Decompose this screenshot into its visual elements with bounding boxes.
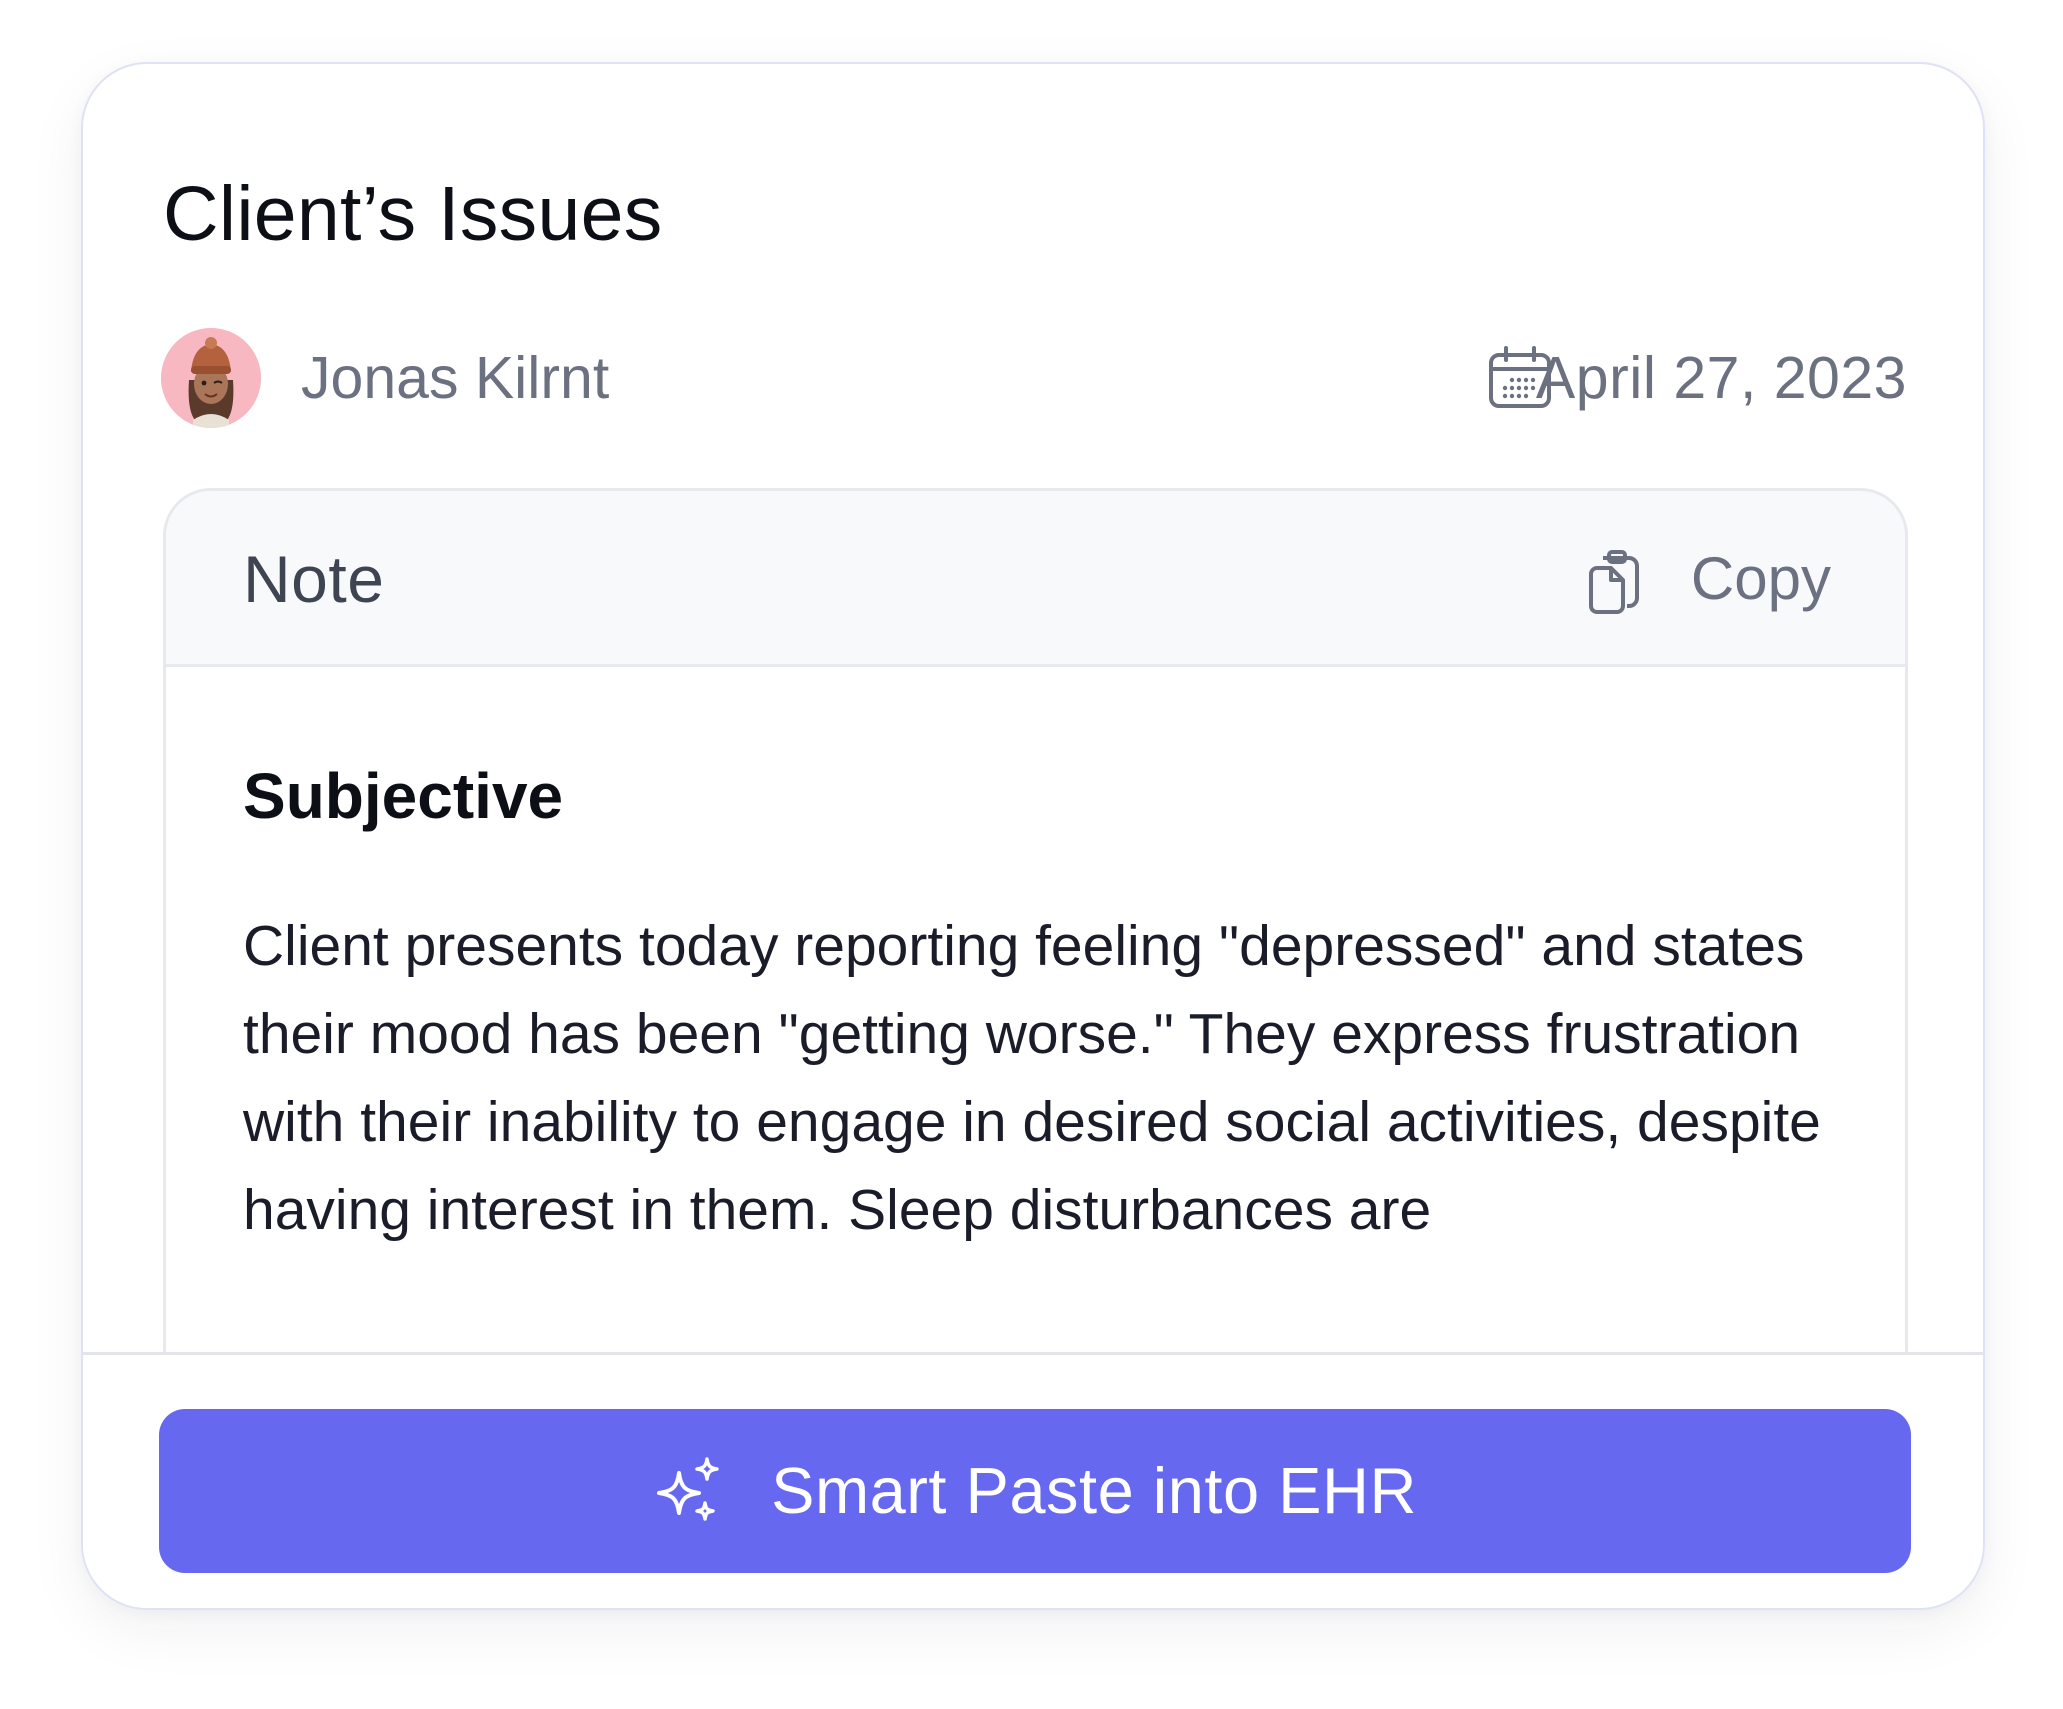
card-footer: Smart Paste into EHR (83, 1352, 1983, 1608)
copy-label: Copy (1690, 545, 1831, 612)
note-header: Note Copy (166, 491, 1905, 667)
memoji-avatar-icon (161, 328, 261, 428)
author-name: Jonas Kilrnt (301, 345, 610, 411)
section-body-subjective: Client presents today reporting feeling … (243, 914, 1821, 1242)
smart-paste-button[interactable]: Smart Paste into EHR (159, 1409, 1911, 1573)
card-title: Client’s Issues (163, 171, 663, 257)
note-date: April 27, 2023 (1535, 345, 1907, 411)
client-issues-card: Client’s Issues Jonas Kilrnt April 27, 2… (81, 62, 1985, 1610)
note-label: Note (243, 542, 385, 616)
smart-paste-label: Smart Paste into EHR (771, 1454, 1417, 1527)
note-meta-row: Jonas Kilrnt April 27, 2023 (161, 328, 1907, 428)
clipboard-copy-icon (1588, 550, 1639, 614)
sparkles-icon (657, 1457, 719, 1521)
section-heading-subjective: Subjective (243, 760, 564, 832)
avatar (161, 328, 261, 428)
copy-button[interactable]: Copy (1581, 537, 1831, 621)
